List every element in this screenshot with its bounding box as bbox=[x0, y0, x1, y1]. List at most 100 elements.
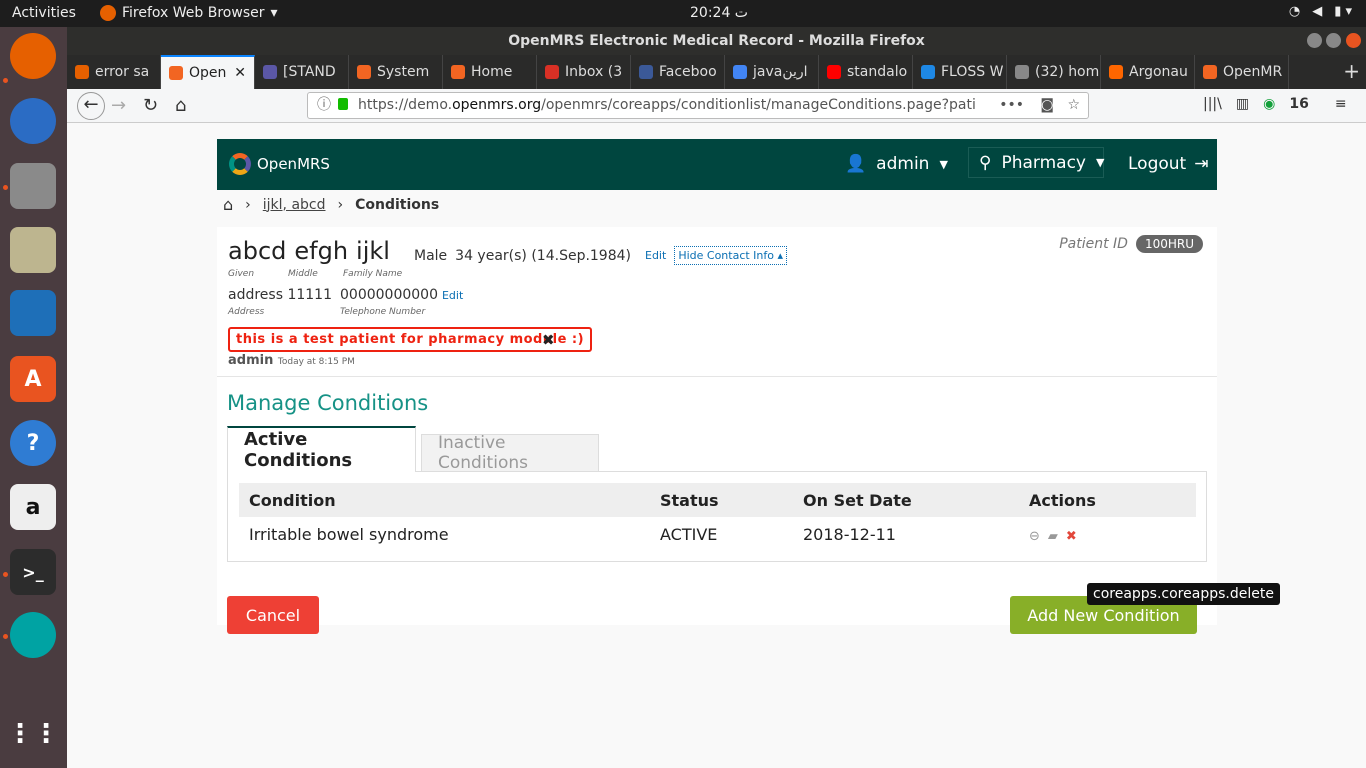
favicon-icon bbox=[827, 65, 841, 79]
firefox-icon[interactable] bbox=[10, 33, 56, 79]
favicon-icon bbox=[169, 66, 183, 80]
conditions-tabs: Active Conditions Inactive Conditions bbox=[227, 426, 1207, 473]
logo-ring-icon bbox=[229, 153, 251, 175]
amazon-icon[interactable]: a bbox=[10, 484, 56, 530]
edit-contact-link[interactable]: Edit bbox=[442, 289, 463, 302]
url-bar[interactable]: ⓘ https://demo.openmrs.org/openmrs/corea… bbox=[307, 92, 1089, 119]
navigation-bar: ← → ↻ ⌂ ⓘ https://demo.openmrs.org/openm… bbox=[67, 89, 1366, 123]
firefox-window: OpenMRS Electronic Medical Record - Mozi… bbox=[67, 27, 1366, 768]
column-header: Condition bbox=[239, 483, 650, 517]
cancel-button[interactable]: Cancel bbox=[227, 596, 319, 634]
tab-active-conditions[interactable]: Active Conditions bbox=[227, 426, 416, 472]
deactivate-icon[interactable]: ⊖ bbox=[1029, 529, 1040, 544]
browser-tab-label: System bbox=[377, 64, 430, 80]
running-indicator bbox=[3, 78, 8, 83]
clock[interactable]: 20:24 ت bbox=[690, 5, 748, 21]
app-menu[interactable]: Firefox Web Browser ▾ bbox=[100, 5, 278, 21]
back-button[interactable]: ← bbox=[77, 92, 105, 120]
favicon-icon bbox=[545, 65, 559, 79]
help-icon[interactable]: ? bbox=[10, 420, 56, 466]
home-icon[interactable]: ⌂ bbox=[223, 195, 233, 214]
library-icon[interactable]: |||\ bbox=[1203, 96, 1222, 112]
browser-tab[interactable]: [STAND bbox=[255, 55, 349, 89]
browser-tab[interactable]: standalo bbox=[819, 55, 913, 89]
patient-id: Patient ID 100HRU bbox=[1059, 235, 1203, 253]
close-tab-icon[interactable]: ✕ bbox=[234, 65, 246, 81]
activities-button[interactable]: Activities bbox=[12, 5, 76, 21]
rhythmbox-icon[interactable] bbox=[10, 227, 56, 273]
patient-note: this is a test patient for pharmacy modu… bbox=[228, 327, 593, 352]
caret-up-icon: ▴ bbox=[777, 249, 784, 262]
window-titlebar: OpenMRS Electronic Medical Record - Mozi… bbox=[67, 27, 1366, 55]
browser-tab[interactable]: Inbox (3 bbox=[537, 55, 631, 89]
close-icon[interactable]: ✖ bbox=[542, 331, 555, 349]
breadcrumb: ⌂ › ijkl, abcd › Conditions bbox=[223, 195, 439, 214]
browser-tab-label: OpenMR bbox=[1223, 64, 1283, 80]
dock: A ? a >_ ⋮⋮ bbox=[0, 27, 67, 768]
home-icon[interactable]: ⌂ bbox=[175, 95, 186, 116]
forward-button[interactable]: → bbox=[111, 95, 126, 116]
telephone-value: 00000000000 bbox=[340, 287, 438, 303]
extension-icon[interactable]: ◉ bbox=[1263, 96, 1275, 112]
running-indicator bbox=[3, 634, 8, 639]
page-actions-icon[interactable]: ••• bbox=[995, 93, 1028, 118]
column-header: Actions bbox=[1019, 483, 1196, 517]
conditions-panel: Condition Status On Set Date Actions Irr… bbox=[227, 471, 1207, 562]
browser-tab[interactable]: Faceboo bbox=[631, 55, 725, 89]
user-name: admin bbox=[876, 154, 930, 174]
files-icon[interactable] bbox=[10, 163, 56, 209]
browser-tab[interactable]: OpenMR bbox=[1195, 55, 1289, 89]
extension-badge[interactable]: 16 bbox=[1289, 96, 1308, 112]
openmrs-app-icon[interactable] bbox=[10, 612, 56, 658]
telephone: 00000000000 Edit Telephone Number bbox=[340, 287, 463, 317]
writer-icon[interactable] bbox=[10, 290, 56, 336]
browser-tab-label: FLOSS W bbox=[941, 64, 1004, 80]
terminal-icon[interactable]: >_ bbox=[10, 549, 56, 595]
toolbar-right: |||\ ▥ ◉ 16 ≡ bbox=[1203, 96, 1347, 112]
favicon-icon bbox=[1015, 65, 1029, 79]
location-name: Pharmacy bbox=[1001, 152, 1086, 173]
maximize-button[interactable] bbox=[1326, 33, 1341, 48]
info-icon[interactable]: ⓘ bbox=[317, 93, 331, 118]
browser-tab[interactable]: Open ✕ bbox=[161, 55, 255, 89]
system-tray[interactable]: ◔ ◀ ▮ ▾ bbox=[1289, 4, 1352, 19]
browser-tab[interactable]: System bbox=[349, 55, 443, 89]
delete-icon[interactable]: ✖ bbox=[1066, 529, 1077, 544]
minimize-button[interactable] bbox=[1307, 33, 1322, 48]
battery-icon: ▮ ▾ bbox=[1334, 4, 1352, 19]
show-apps-icon[interactable]: ⋮⋮ bbox=[7, 711, 59, 757]
user-menu[interactable]: 👤 admin ▼ bbox=[845, 154, 948, 174]
folder-icon[interactable]: ▰ bbox=[1048, 529, 1058, 544]
location-selector[interactable]: ⚲ Pharmacy ▼ bbox=[968, 147, 1104, 178]
bookmark-star-icon[interactable]: ☆ bbox=[1067, 93, 1080, 118]
browser-tab[interactable]: error sa bbox=[67, 55, 161, 89]
thunderbird-icon[interactable] bbox=[10, 98, 56, 144]
openmrs-logo[interactable]: OpenMRS bbox=[229, 153, 330, 175]
tab-inactive-conditions[interactable]: Inactive Conditions bbox=[421, 433, 599, 473]
browser-tab[interactable]: (32) hom bbox=[1007, 55, 1101, 89]
browser-tab-label: Home bbox=[471, 64, 513, 80]
logout-link[interactable]: Logout ⇥ bbox=[1128, 154, 1208, 174]
browser-tab-label: error sa bbox=[95, 64, 150, 80]
address-label: Address bbox=[228, 307, 265, 317]
patient-demographics: Male 34 year(s) (14.Sep.1984) Edit Hide … bbox=[414, 246, 788, 265]
condition-onset: 2018-12-11 bbox=[803, 524, 896, 544]
browser-tab[interactable]: Argonau bbox=[1101, 55, 1195, 89]
breadcrumb-patient-link[interactable]: ijkl, abcd bbox=[263, 197, 326, 213]
hide-contact-info-link[interactable]: Hide Contact Info ▴ bbox=[674, 246, 788, 265]
close-button[interactable] bbox=[1346, 33, 1361, 48]
wifi-icon: ◔ bbox=[1288, 4, 1301, 19]
telephone-label: Telephone Number bbox=[340, 307, 426, 317]
browser-tab[interactable]: javaارين bbox=[725, 55, 819, 89]
menu-icon[interactable]: ≡ bbox=[1335, 96, 1347, 112]
new-tab-button[interactable]: + bbox=[1343, 59, 1360, 83]
pocket-icon[interactable]: ◙ bbox=[1040, 93, 1054, 118]
browser-tab[interactable]: Home bbox=[443, 55, 537, 89]
edit-demographics-link[interactable]: Edit bbox=[645, 249, 666, 262]
sidebar-icon[interactable]: ▥ bbox=[1236, 96, 1249, 112]
software-center-icon[interactable]: A bbox=[10, 356, 56, 402]
url-path: /openmrs/coreapps/conditionlist/manageCo… bbox=[541, 97, 976, 113]
browser-tab[interactable]: FLOSS W bbox=[913, 55, 1007, 89]
middle-label: Middle bbox=[288, 269, 318, 279]
reload-icon[interactable]: ↻ bbox=[143, 95, 158, 116]
